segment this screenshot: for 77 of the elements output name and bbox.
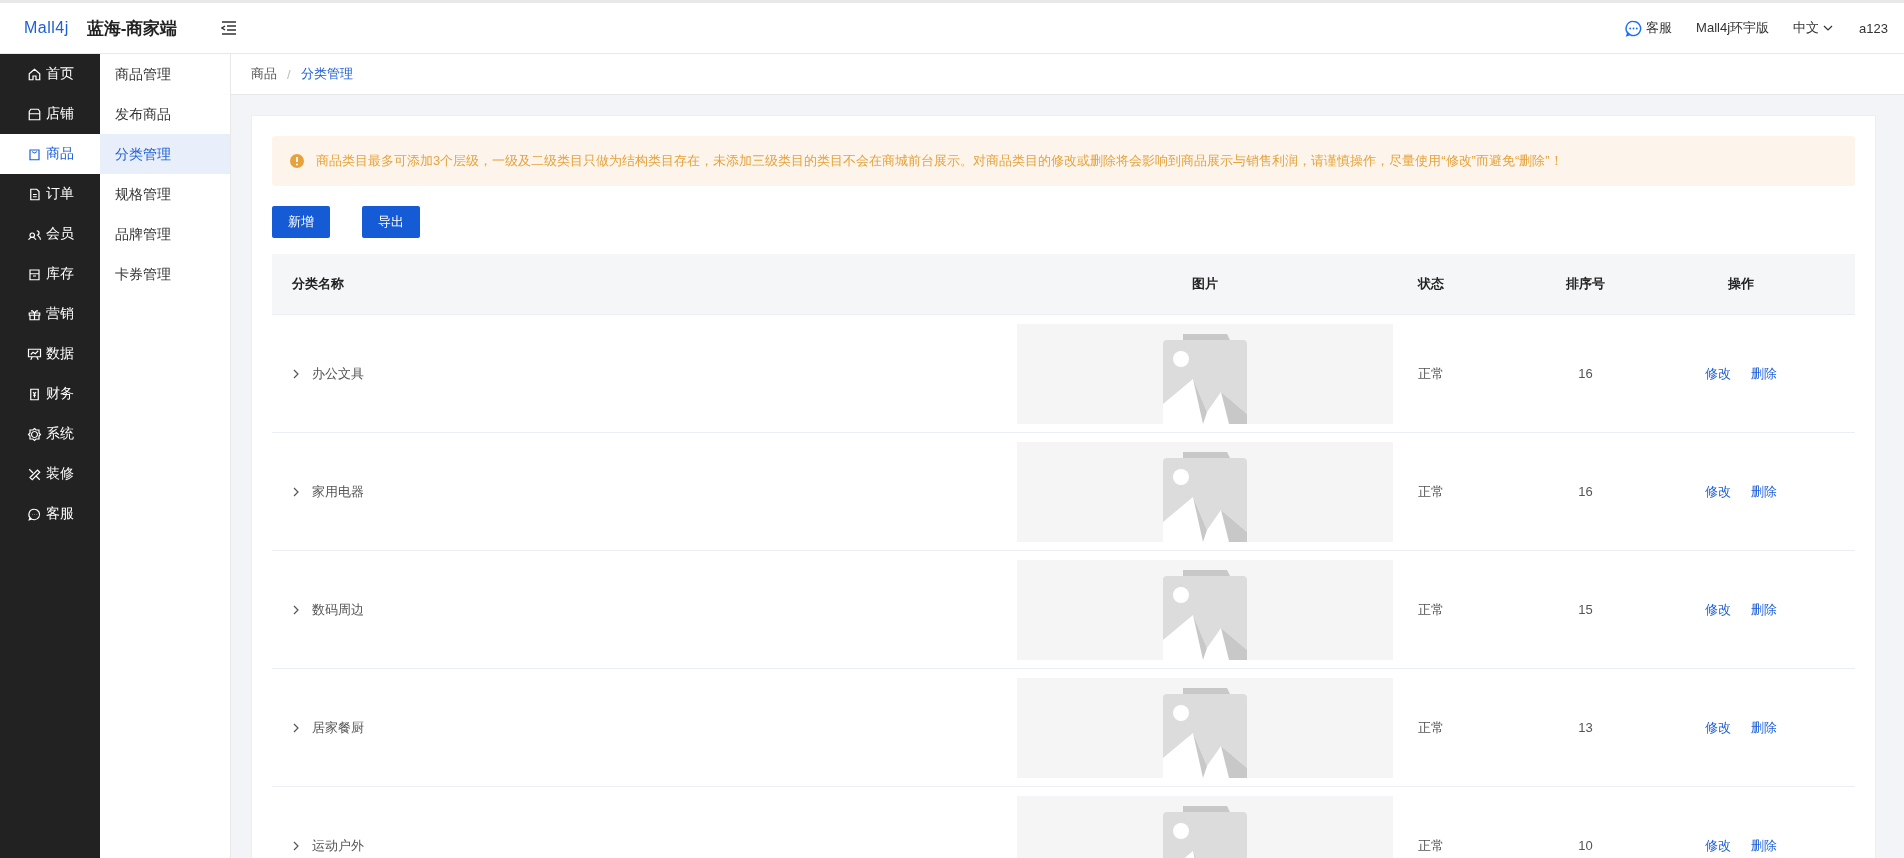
warning-icon (290, 154, 304, 168)
expand-icon[interactable] (292, 840, 300, 851)
status-text: 正常 (1417, 600, 1445, 619)
status-text: 正常 (1417, 718, 1445, 737)
column-header: 分类名称 (291, 275, 345, 293)
chat-icon (26, 506, 42, 522)
column-header: 排序号 (1565, 275, 1606, 293)
breadcrumb-item: / (287, 66, 291, 82)
expand-icon[interactable] (292, 604, 300, 615)
category-name: 居家餐厨 (312, 718, 364, 737)
sidebar-item[interactable]: 会员 (0, 214, 100, 254)
sidebar-item[interactable]: 系统 (0, 414, 100, 454)
sort-number: 16 (1577, 484, 1594, 499)
delete-link[interactable]: 删除 (1750, 718, 1777, 737)
edit-link[interactable]: 修改 (1704, 364, 1731, 383)
status-text: 正常 (1417, 482, 1445, 501)
status-text: 正常 (1417, 364, 1445, 383)
language-menu[interactable]: 中文 (1793, 19, 1820, 37)
tools-icon (26, 466, 42, 482)
column-header: 状态 (1416, 275, 1445, 293)
column-header: 图片 (1191, 275, 1219, 293)
sidebar-item[interactable]: 财务 (0, 374, 100, 414)
sidebar-item[interactable]: 数据 (0, 334, 100, 374)
breadcrumb-item[interactable]: 商品 (251, 65, 277, 83)
delete-link[interactable]: 删除 (1750, 600, 1777, 619)
edit-link[interactable]: 修改 (1704, 718, 1731, 737)
sort-number: 13 (1577, 720, 1594, 735)
add-button[interactable]: 新增 (272, 206, 330, 238)
submenu-item[interactable]: 发布商品 (100, 94, 230, 134)
sidebar-item[interactable]: 订单 (0, 174, 100, 214)
sort-number: 16 (1577, 366, 1594, 381)
delete-link[interactable]: 删除 (1750, 364, 1777, 383)
submenu-item[interactable]: 品牌管理 (100, 214, 230, 254)
app-title: 蓝海-商家端 (86, 17, 178, 40)
store-icon (26, 106, 42, 122)
breadcrumb-item: 分类管理 (300, 65, 353, 83)
column-header: 操作 (1726, 275, 1755, 293)
expand-icon[interactable] (292, 486, 300, 497)
submenu-item[interactable]: 卡券管理 (100, 254, 230, 294)
submenu-item[interactable]: 规格管理 (100, 174, 230, 214)
service-link[interactable]: 客服 (1646, 19, 1673, 37)
status-text: 正常 (1417, 836, 1445, 855)
sidebar-item[interactable]: 营销 (0, 294, 100, 334)
sidebar-item[interactable]: 库存 (0, 254, 100, 294)
category-name: 办公文具 (312, 364, 364, 383)
box-icon (26, 266, 42, 282)
expand-icon[interactable] (292, 368, 300, 379)
sidebar-item[interactable]: 店铺 (0, 94, 100, 134)
alert-text: 商品类目最多可添加3个层级，一级及二级类目只做为结构类目存在，未添加三级类目的类目不会在商城前台展示。对商品类目的修改或删除将会影响到商品展示与销售利润，请谨慎操作，尽量使用“修改”而避免“删除”！ (316, 152, 1563, 170)
expand-icon[interactable] (292, 722, 300, 733)
delete-link[interactable]: 删除 (1750, 482, 1777, 501)
category-name: 数码周边 (312, 600, 364, 619)
export-button[interactable]: 导出 (362, 206, 420, 238)
user-menu[interactable]: a123 (1859, 20, 1888, 36)
menu-icon[interactable] (221, 21, 238, 35)
caret-icon[interactable] (1823, 25, 1834, 31)
logo: Mall4j (24, 19, 69, 37)
submenu-item[interactable]: 分类管理 (100, 134, 230, 174)
sidebar-item[interactable]: 客服 (0, 494, 100, 534)
sort-number: 15 (1577, 602, 1594, 617)
chat-icon[interactable] (1625, 19, 1643, 37)
sidebar-item[interactable]: 装修 (0, 454, 100, 494)
delete-link[interactable]: 删除 (1750, 836, 1777, 855)
sidebar-item[interactable]: 首页 (0, 54, 100, 94)
bag-icon (26, 146, 42, 162)
submenu-item[interactable]: 商品管理 (100, 54, 230, 94)
category-name: 运动户外 (312, 836, 364, 855)
edit-link[interactable]: 修改 (1704, 836, 1731, 855)
home-icon (26, 66, 42, 82)
category-name: 家用电器 (312, 482, 364, 501)
edit-link[interactable]: 修改 (1704, 600, 1731, 619)
edit-link[interactable]: 修改 (1704, 482, 1731, 501)
gear-icon (26, 426, 42, 442)
sidebar-item[interactable]: 商品 (0, 134, 100, 174)
sort-number: 10 (1577, 838, 1594, 853)
chart-icon (26, 346, 42, 362)
edition-link[interactable]: Mall4j环宇版 (1696, 19, 1770, 37)
